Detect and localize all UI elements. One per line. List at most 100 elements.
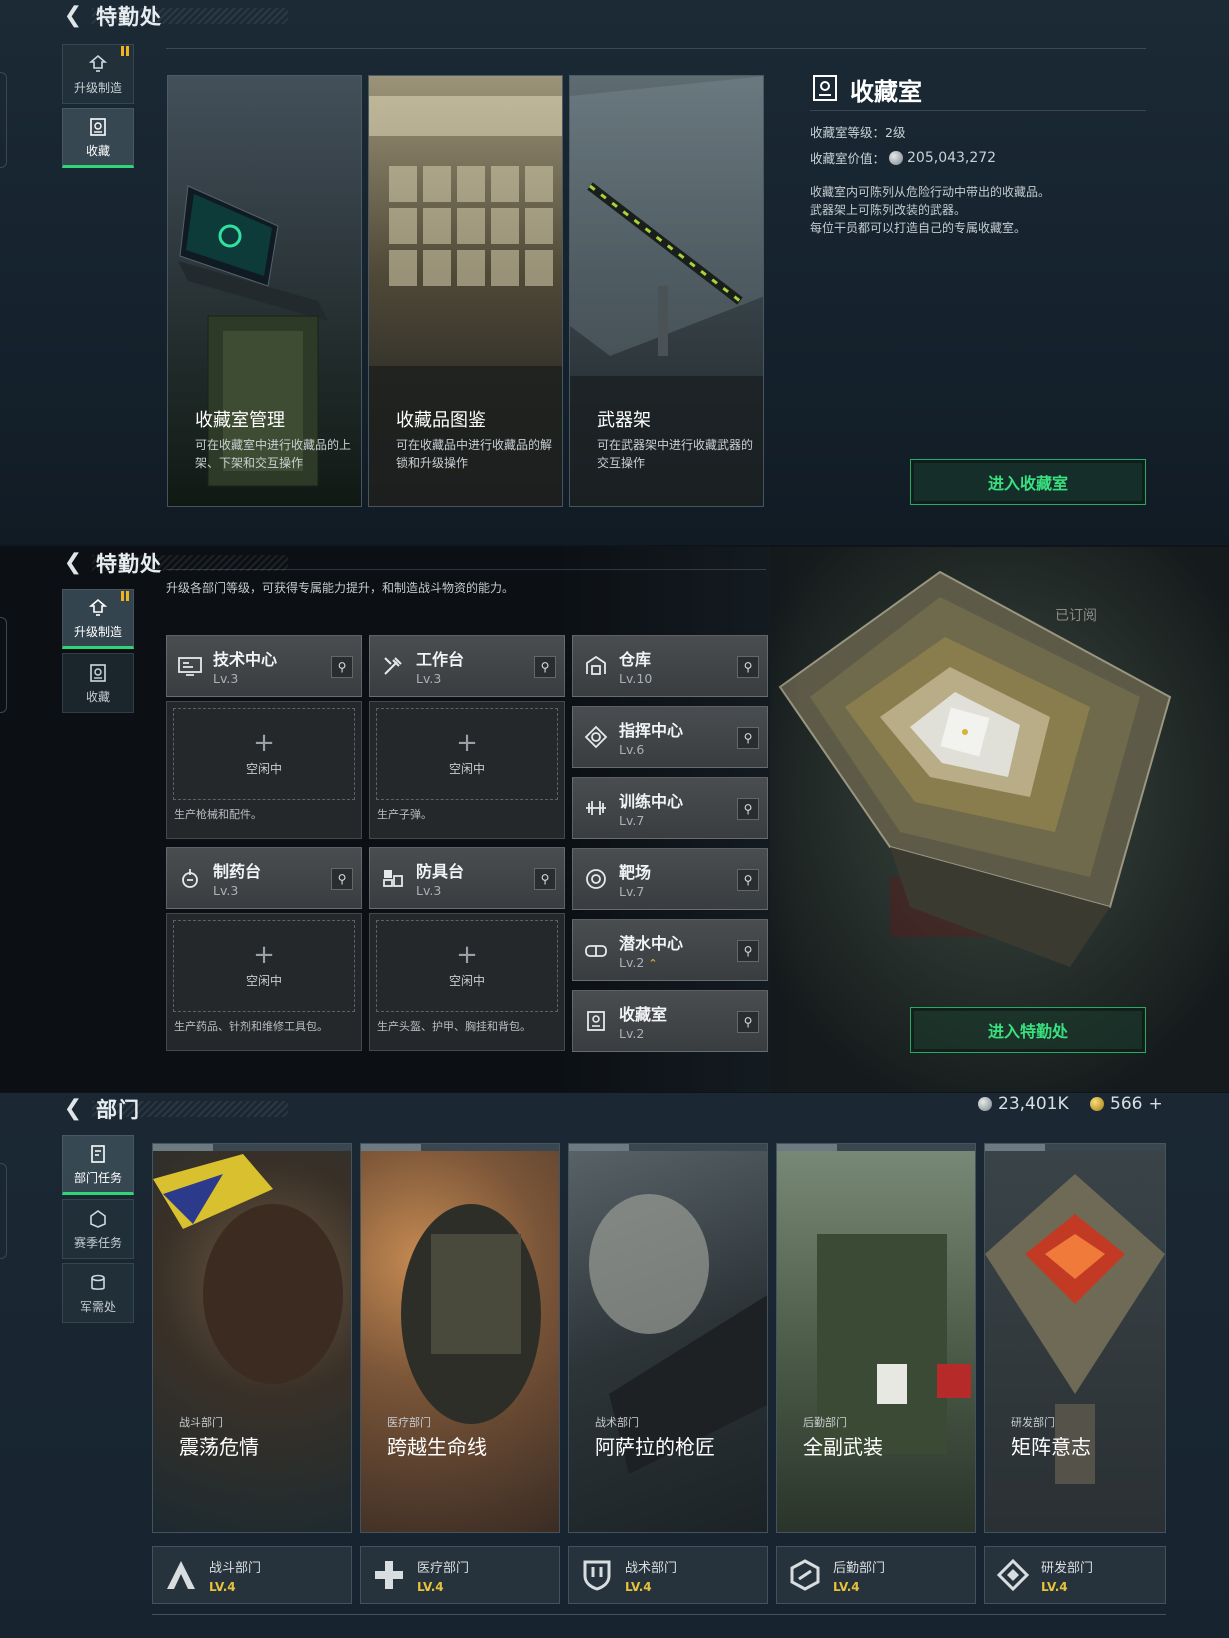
facility-warehouse[interactable]: 仓库 Lv.10 ⚲ xyxy=(572,635,768,697)
collection-value-row: 收藏室价值： 205,043,272 xyxy=(810,148,996,167)
collection-description: 收藏室内可陈列从危险行动中带出的收藏品。 武器架上可陈列改装的武器。 每位干员都… xyxy=(810,183,1110,237)
search-icon[interactable]: ⚲ xyxy=(534,868,556,890)
desc-line: 每位干员都可以打造自己的专属收藏室。 xyxy=(810,221,1027,235)
produce-desc: 生产子弹。 xyxy=(377,808,432,821)
dept-name: 研发部门 xyxy=(1041,1560,1094,1576)
card-weapon-rack[interactable]: 武器架 可在武器架中进行收藏武器的交互操作 xyxy=(569,75,764,507)
dept-level: LV.4 xyxy=(209,1579,236,1594)
mission-image-soldier xyxy=(361,1144,559,1532)
facility-level: Lv.7 xyxy=(619,884,645,899)
search-icon[interactable]: ⚲ xyxy=(737,656,759,678)
dept-name: 医疗部门 xyxy=(417,1560,470,1576)
page-title: 特勤处 xyxy=(96,5,162,29)
card-title: 收藏品图鉴 xyxy=(396,410,486,431)
nav-collection-label: 收藏 xyxy=(85,143,110,158)
back-arrow-icon[interactable]: ❮ xyxy=(62,5,84,27)
add-currency-icon[interactable]: + xyxy=(1148,1094,1162,1114)
medical-dept-icon xyxy=(361,1546,417,1604)
dept-name: 工作台 xyxy=(416,650,465,669)
mission-card-research[interactable]: 研发部门 矩阵意志 xyxy=(984,1143,1166,1533)
dept-bar-research[interactable]: 研发部门 LV.4 xyxy=(984,1546,1166,1604)
idle-slot[interactable]: + 空闲中 生产子弹。 xyxy=(369,701,565,839)
armor-bench-icon xyxy=(370,847,416,909)
dept-bar-medical[interactable]: 医疗部门 LV.4 xyxy=(360,1546,560,1604)
facility-level: Lv.2 xyxy=(619,1026,645,1041)
dept-workbench[interactable]: 工作台 Lv.3 ⚲ xyxy=(369,635,565,697)
search-icon[interactable]: ⚲ xyxy=(331,656,353,678)
back-arrow-icon[interactable]: ❮ xyxy=(62,552,84,574)
dept-tech-center[interactable]: 技术中心 Lv.3 ⚲ xyxy=(166,635,362,697)
search-icon[interactable]: ⚲ xyxy=(737,727,759,749)
search-icon[interactable]: ⚲ xyxy=(737,869,759,891)
back-arrow-icon[interactable]: ❮ xyxy=(62,1098,84,1120)
enter-special-ops-button[interactable]: 进入特勤处 xyxy=(910,1007,1146,1053)
edge-handle[interactable] xyxy=(0,72,7,168)
dept-armor-bench[interactable]: 防具台 Lv.3 ⚲ xyxy=(369,847,565,909)
idle-status: 空闲中 xyxy=(245,973,282,988)
nav-supply[interactable]: 军需处 xyxy=(62,1263,134,1323)
facility-diving-center[interactable]: 潜水中心 Lv.2 ⌃ ⚲ xyxy=(572,919,768,981)
mission-card-medical[interactable]: 医疗部门 跨越生命线 xyxy=(360,1143,560,1533)
dept-level: Lv.3 xyxy=(213,883,239,898)
dept-bar-tactical[interactable]: 战术部门 LV.4 xyxy=(568,1546,768,1604)
dept-bar-logistics[interactable]: 后勤部门 LV.4 xyxy=(776,1546,976,1604)
dept-name: 战术部门 xyxy=(625,1560,678,1576)
search-icon[interactable]: ⚲ xyxy=(737,1011,759,1033)
facility-training-center[interactable]: 训练中心 Lv.7 ⚲ xyxy=(572,777,768,839)
desc-line: 武器架上可陈列改装的武器。 xyxy=(810,203,967,217)
edge-handle[interactable] xyxy=(0,617,7,713)
coin-amount: 23,401K xyxy=(998,1094,1069,1114)
enter-collection-button[interactable]: 进入收藏室 xyxy=(910,459,1146,505)
nav-dept-missions[interactable]: 部门任务 xyxy=(62,1135,134,1195)
nav-season-missions[interactable]: 赛季任务 xyxy=(62,1199,134,1259)
card-tab xyxy=(569,1144,767,1151)
nav-collection[interactable]: 收藏 xyxy=(62,653,134,713)
mission-card-logistics[interactable]: 后勤部门 全副武装 xyxy=(776,1143,976,1533)
notification-flag xyxy=(121,591,131,601)
card-tab xyxy=(153,1144,351,1151)
search-icon[interactable]: ⚲ xyxy=(737,940,759,962)
dept-level: Lv.3 xyxy=(416,671,442,686)
card-title: 收藏室管理 xyxy=(195,410,285,431)
nav-upgrade[interactable]: 升级制造 xyxy=(62,589,134,649)
search-icon[interactable]: ⚲ xyxy=(737,798,759,820)
mission-card-combat[interactable]: 战斗部门 震荡危情 xyxy=(152,1143,352,1533)
dept-pharmacy[interactable]: 制药台 Lv.3 ⚲ xyxy=(166,847,362,909)
coin-icon xyxy=(978,1097,992,1111)
facility-shooting-range[interactable]: 靶场 Lv.7 ⚲ xyxy=(572,848,768,910)
card-collection-atlas[interactable]: 收藏品图鉴 可在收藏品中进行收藏品的解锁和升级操作 xyxy=(368,75,563,507)
nav-label: 军需处 xyxy=(79,1299,116,1314)
dept-name: 技术中心 xyxy=(213,650,278,669)
produce-desc: 生产头盔、护甲、胸挂和背包。 xyxy=(377,1020,531,1033)
facility-name: 仓库 xyxy=(619,650,652,669)
collection-value-label: 收藏室价值： xyxy=(810,151,886,166)
nav-label: 部门任务 xyxy=(73,1170,122,1185)
mission-category: 研发部门 xyxy=(1011,1416,1055,1429)
desc-line: 收藏室内可陈列从危险行动中带出的收藏品。 xyxy=(810,185,1051,199)
dept-bar-combat[interactable]: 战斗部门 LV.4 xyxy=(152,1546,352,1604)
collection-level-value: 2级 xyxy=(885,125,906,140)
idle-slot[interactable]: + 空闲中 生产药品、针剂和维修工具包。 xyxy=(166,913,362,1051)
notification-flag xyxy=(121,46,131,56)
page-title: 特勤处 xyxy=(96,552,162,576)
idle-slot[interactable]: + 空闲中 生产枪械和配件。 xyxy=(166,701,362,839)
mission-card-tactical[interactable]: 战术部门 阿萨拉的枪匠 xyxy=(568,1143,768,1533)
facility-command-center[interactable]: 指挥中心 Lv.6 ⚲ xyxy=(572,706,768,768)
facility-level: Lv.6 xyxy=(619,742,645,757)
nav-upgrade[interactable]: 升级制造 xyxy=(62,44,134,104)
facility-level-value: Lv.2 xyxy=(619,955,645,970)
idle-slot[interactable]: + 空闲中 生产头盔、护甲、胸挂和背包。 xyxy=(369,913,565,1051)
card-collection-management[interactable]: 收藏室管理 可在收藏室中进行收藏品的上架、下架和交互操作 xyxy=(167,75,362,507)
nav-collection[interactable]: 收藏 xyxy=(62,108,134,168)
dept-level: Lv.3 xyxy=(213,671,239,686)
search-icon[interactable]: ⚲ xyxy=(534,656,556,678)
pharmacy-icon xyxy=(167,847,213,909)
nav-label: 赛季任务 xyxy=(73,1235,122,1250)
facility-collection-room[interactable]: 收藏室 Lv.2 ⚲ xyxy=(572,990,768,1052)
edge-handle[interactable] xyxy=(0,1163,7,1259)
dept-level: LV.4 xyxy=(625,1579,652,1594)
collection-room-icon xyxy=(573,990,619,1052)
card-desc: 可在武器架中进行收藏武器的交互操作 xyxy=(597,438,754,470)
search-icon[interactable]: ⚲ xyxy=(331,868,353,890)
facility-name: 指挥中心 xyxy=(619,721,684,740)
